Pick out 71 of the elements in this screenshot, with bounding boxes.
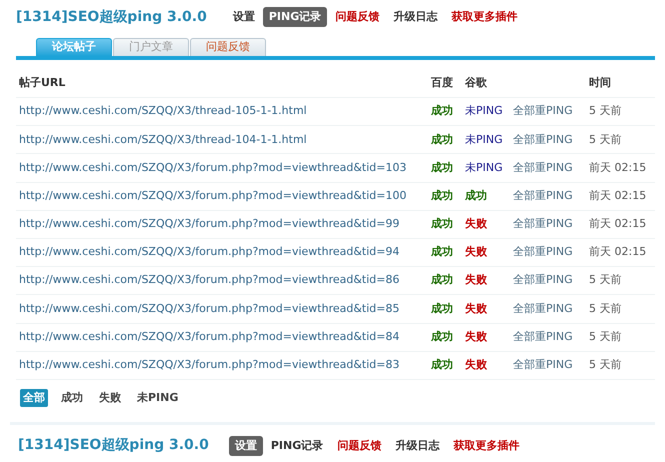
nav-link[interactable]: 获取更多插件 bbox=[445, 6, 524, 28]
reping-link[interactable]: 全部重PING bbox=[513, 244, 589, 261]
column-header: 百度 bbox=[431, 75, 454, 92]
status-cell-text: 成功 bbox=[431, 188, 454, 204]
status-cell-text: 成功 bbox=[431, 272, 454, 288]
time-cell-text: 前天 02:15 bbox=[589, 244, 646, 260]
url-link[interactable]: http://www.ceshi.com/SZQQ/X3/forum.php?mod=viewthread&tid=83 bbox=[16, 357, 431, 374]
reping-link[interactable]: 全部重PING bbox=[513, 103, 589, 120]
nav-link[interactable]: 问题反馈 bbox=[329, 6, 386, 28]
status-cell-text: 成功 bbox=[431, 328, 454, 345]
status-cell-text: 失败 bbox=[465, 272, 488, 288]
url-link[interactable]: http://www.ceshi.com/SZQQ/X3/forum.php?mod=viewthread&tid=94 bbox=[16, 244, 431, 261]
status-cell-text: 成功 bbox=[431, 357, 454, 374]
time-cell-text: 5 天前 bbox=[589, 328, 622, 345]
filter-link[interactable]: 成功 bbox=[58, 388, 86, 408]
plugin-title: [1314]SEO超级ping 3.0.0 bbox=[16, 8, 207, 26]
column-header: 谷歌 bbox=[465, 75, 488, 92]
status-cell-text: 未PING bbox=[465, 132, 504, 148]
time-cell-text: 前天 02:15 bbox=[589, 216, 646, 232]
time-cell-text: 前天 02:15 bbox=[589, 188, 646, 204]
plugin-title: [1314]SEO超级ping 3.0.0 bbox=[18, 436, 209, 456]
url-link[interactable]: http://www.ceshi.com/SZQQ/X3/forum.php?mod=viewthread&tid=103 bbox=[16, 160, 431, 176]
nav-link[interactable]: PING记录 bbox=[262, 6, 328, 28]
reping-link[interactable]: 全部重PING bbox=[513, 160, 589, 176]
column-header: 时间 bbox=[589, 75, 611, 92]
url-link[interactable]: http://www.ceshi.com/SZQQ/X3/thread-104-1-1.html bbox=[16, 132, 431, 148]
url-link[interactable]: http://www.ceshi.com/SZQQ/X3/forum.php?mod=viewthread&tid=100 bbox=[16, 188, 431, 204]
reping-link[interactable]: 全部重PING bbox=[513, 132, 589, 148]
reping-link[interactable]: 全部重PING bbox=[513, 188, 589, 204]
status-cell-text: 成功 bbox=[431, 216, 454, 232]
filter-link[interactable]: 全部 bbox=[20, 388, 48, 408]
reping-link[interactable]: 全部重PING bbox=[513, 328, 589, 346]
time-cell-text: 5 天前 bbox=[589, 300, 622, 317]
status-cell-text: 未PING bbox=[465, 103, 504, 120]
status-cell-text: 失败 bbox=[465, 300, 488, 317]
tab[interactable]: 问题反馈 bbox=[190, 38, 266, 56]
time-cell-text: 5 天前 bbox=[589, 272, 622, 288]
nav-link[interactable]: 获取更多插件 bbox=[447, 436, 526, 456]
nav-link[interactable]: 问题反馈 bbox=[331, 436, 388, 456]
status-cell-text: 失败 bbox=[465, 216, 488, 232]
status-cell-text: 成功 bbox=[465, 188, 488, 204]
reping-link[interactable]: 全部重PING bbox=[513, 216, 589, 233]
url-link[interactable]: http://www.ceshi.com/SZQQ/X3/forum.php?mod=viewthread&tid=84 bbox=[16, 328, 431, 346]
status-cell-text: 成功 bbox=[431, 132, 454, 148]
filter-link[interactable]: 失败 bbox=[96, 388, 124, 408]
status-cell-text: 成功 bbox=[431, 160, 454, 176]
nav-link[interactable]: PING记录 bbox=[264, 436, 330, 456]
url-link[interactable]: http://www.ceshi.com/SZQQ/X3/forum.php?mod=viewthread&tid=86 bbox=[16, 272, 431, 289]
status-cell-text: 成功 bbox=[431, 244, 454, 260]
url-link[interactable]: http://www.ceshi.com/SZQQ/X3/thread-105-1-1.html bbox=[16, 103, 431, 120]
time-cell-text: 5 天前 bbox=[589, 357, 622, 374]
url-link[interactable]: http://www.ceshi.com/SZQQ/X3/forum.php?mod=viewthread&tid=99 bbox=[16, 216, 431, 233]
reping-link[interactable]: 全部重PING bbox=[513, 300, 589, 318]
time-cell-text: 前天 02:15 bbox=[589, 160, 646, 176]
url-link[interactable]: http://www.ceshi.com/SZQQ/X3/forum.php?mod=viewthread&tid=85 bbox=[16, 300, 431, 318]
time-cell-text: 5 天前 bbox=[589, 103, 622, 120]
reping-link[interactable]: 全部重PING bbox=[513, 272, 589, 289]
nav-link[interactable]: 升级日志 bbox=[389, 436, 446, 456]
nav-link[interactable]: 设置 bbox=[226, 6, 261, 28]
time-cell-text: 5 天前 bbox=[589, 132, 622, 148]
filter-link[interactable]: 未PING bbox=[134, 388, 182, 408]
status-cell-text: 失败 bbox=[465, 328, 488, 345]
status-cell-text: 成功 bbox=[431, 300, 454, 317]
nav-link[interactable]: 升级日志 bbox=[387, 6, 444, 28]
reping-link[interactable]: 全部重PING bbox=[513, 357, 589, 374]
status-cell-text: 失败 bbox=[465, 357, 488, 374]
nav-link[interactable]: 设置 bbox=[228, 436, 263, 456]
status-cell-text: 失败 bbox=[465, 244, 488, 260]
status-cell-text: 未PING bbox=[465, 160, 504, 176]
status-cell-text: 成功 bbox=[431, 103, 454, 120]
column-header: 帖子URL bbox=[18, 75, 66, 92]
